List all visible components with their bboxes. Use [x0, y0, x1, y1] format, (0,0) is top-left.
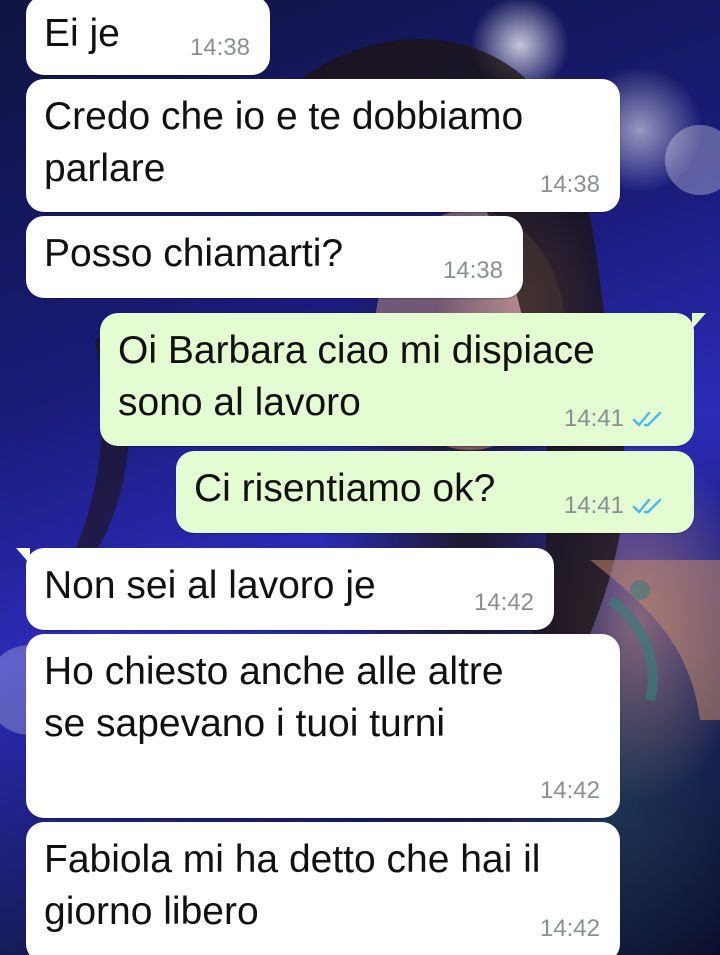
timestamp-text: 14:41 — [563, 492, 624, 519]
incoming-message[interactable]: Non sei al lavoro je 14:42 — [16, 548, 554, 630]
timestamp-text: 14:38 — [539, 171, 600, 198]
message-timestamp: 14:38 — [190, 35, 250, 61]
outgoing-message[interactable]: Ci risentiamo ok? 14:41 — [176, 451, 694, 533]
message-timestamp: 14:38 — [443, 258, 503, 284]
timestamp-text: 14:41 — [563, 405, 624, 432]
double-check-icon — [632, 411, 662, 427]
chat-area: Ei je 14:38 Credo che io e te dobbiamo p… — [0, 0, 720, 955]
timestamp-text: 14:38 — [189, 34, 250, 61]
bubble-tail — [16, 548, 30, 564]
message-text: Non sei al lavoro je — [44, 564, 376, 607]
message-timestamp: 14:41 — [564, 493, 666, 519]
timestamp-text: 14:38 — [442, 257, 503, 284]
message-text: Fabiola mi ha detto che hai il giorno li… — [44, 838, 541, 933]
bubble-tail — [692, 313, 706, 329]
message-text: Ho chiesto anche alle altre se sapevano … — [44, 650, 504, 745]
incoming-message[interactable]: Credo che io e te dobbiamo parlare 14:38 — [26, 79, 620, 212]
message-timestamp: 14:41 — [564, 406, 666, 432]
outgoing-message[interactable]: Oi Barbara ciao mi dispiace sono al lavo… — [100, 313, 706, 446]
message-timestamp: 14:42 — [474, 590, 534, 616]
incoming-message[interactable]: Fabiola mi ha detto che hai il giorno li… — [26, 822, 620, 955]
incoming-message[interactable]: Posso chiamarti? 14:38 — [26, 216, 523, 298]
message-text: Credo che io e te dobbiamo parlare — [44, 95, 524, 190]
incoming-message[interactable]: Ho chiesto anche alle altre se sapevano … — [26, 634, 620, 818]
timestamp-text: 14:42 — [539, 777, 600, 804]
message-text: Posso chiamarti? — [44, 232, 344, 275]
message-timestamp: 14:42 — [540, 778, 600, 804]
double-check-icon — [632, 498, 662, 514]
timestamp-text: 14:42 — [473, 589, 534, 616]
message-timestamp: 14:38 — [540, 172, 600, 198]
timestamp-text: 14:42 — [539, 915, 600, 942]
incoming-message[interactable]: Ei je 14:38 — [26, 0, 270, 75]
message-timestamp: 14:42 — [540, 916, 600, 942]
